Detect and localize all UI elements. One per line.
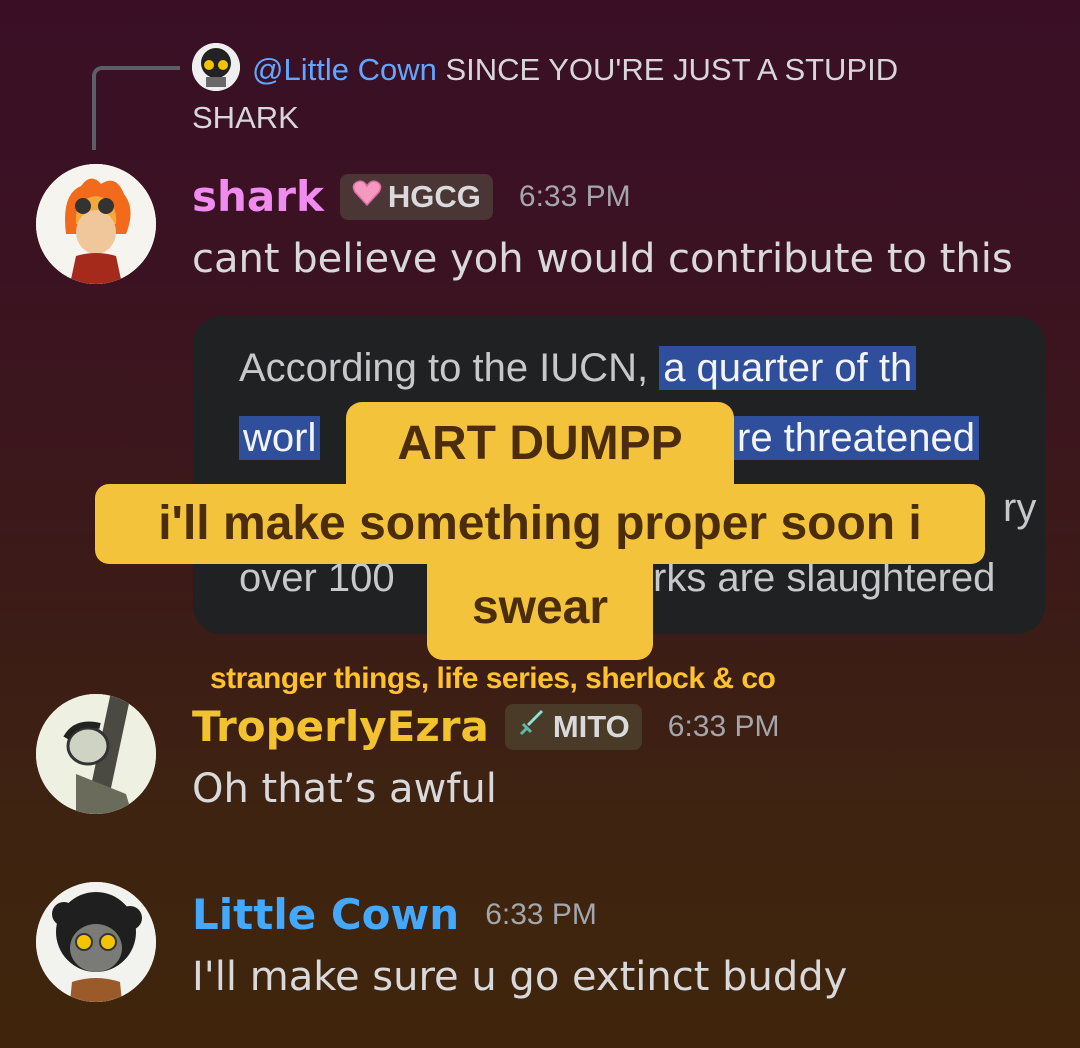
role-tag[interactable]: HGCG [339, 173, 493, 220]
overlay-line-2: swear [427, 562, 653, 660]
message-text: cant believe yoh would contribute to thi… [192, 236, 1013, 282]
embed-text: ry [1003, 486, 1037, 530]
embed-text: According to the IUCN, [239, 346, 649, 390]
sword-icon [517, 708, 547, 746]
embed-highlight: re threatened [733, 416, 979, 460]
timestamp: 6:33 PM [518, 179, 631, 213]
overlay-caption: stranger things, life series, sherlock &… [210, 662, 776, 695]
tag-label: MITO [552, 708, 630, 744]
reply-mention[interactable]: @Little Cown [252, 52, 437, 87]
reply-connector [92, 66, 180, 150]
timestamp: 6:33 PM [667, 709, 780, 743]
timestamp: 6:33 PM [485, 897, 597, 931]
tag-label: HGCG [387, 178, 481, 214]
overlay-title: ART DUMPP [346, 402, 734, 486]
message-header-shark: shark HGCG 6:33 PM [192, 172, 631, 221]
username[interactable]: Little Cown [192, 890, 459, 939]
role-tag[interactable]: MITO [504, 703, 642, 750]
message-text: I'll make sure u go extinct buddy [192, 954, 848, 1000]
username[interactable]: shark [192, 172, 324, 221]
heart-icon [352, 179, 382, 215]
overlay-line-1: i'll make something proper soon i [95, 484, 985, 564]
avatar-troperlyezra[interactable] [36, 694, 156, 814]
message-text: Oh that’s awful [192, 766, 497, 812]
avatar-little-cown[interactable] [36, 882, 156, 1002]
message-header-troperlyezra: TroperlyEzra MITO 6:33 PM [192, 702, 780, 751]
embed-highlight: a quarter of th [659, 346, 917, 390]
reply-preview[interactable]: @Little Cown SINCE YOU'RE JUST A STUPID … [192, 46, 992, 142]
embed-highlight: worl [239, 416, 321, 460]
avatar-shark[interactable] [36, 164, 156, 284]
message-header-little-cown: Little Cown 6:33 PM [192, 890, 597, 939]
username[interactable]: TroperlyEzra [192, 702, 489, 751]
